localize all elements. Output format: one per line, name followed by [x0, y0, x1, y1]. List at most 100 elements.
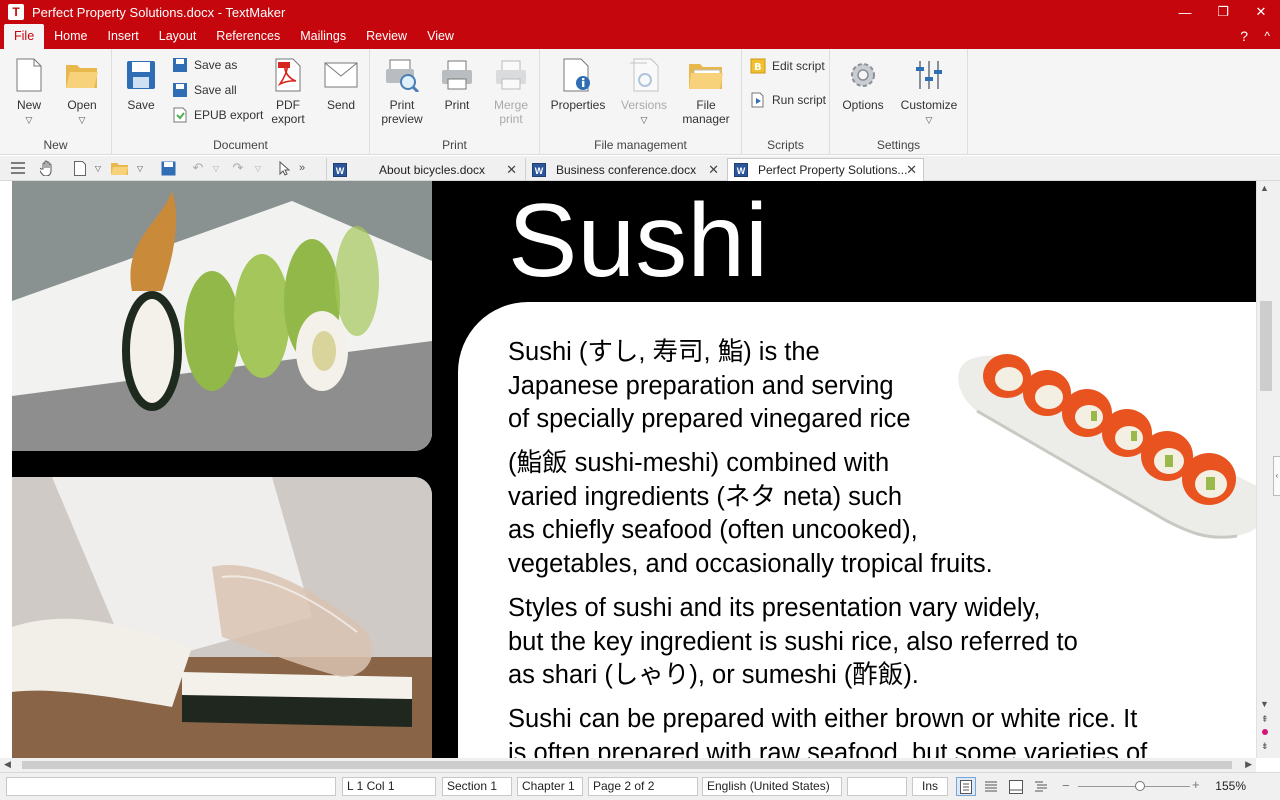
send-button[interactable]: Send [316, 55, 366, 112]
redo-icon[interactable]: ↷ [230, 160, 246, 176]
paragraph-2[interactable]: (鮨飯 sushi-meshi) combined with varied in… [508, 447, 993, 581]
paragraph-1[interactable]: Sushi (すし, 寿司, 鮨) is the Japanese prepar… [508, 336, 911, 437]
customize-sliders-icon [916, 61, 942, 89]
status-message [6, 777, 336, 796]
merge-print-button[interactable]: Merge print [486, 55, 536, 126]
close-tab-icon[interactable]: ✕ [906, 162, 917, 178]
hand-tool-icon[interactable] [38, 160, 56, 176]
hamburger-menu-icon[interactable] [10, 160, 26, 176]
open-small-icon[interactable] [110, 160, 128, 176]
print-button[interactable]: Print [432, 55, 482, 112]
split-handle[interactable]: ‹ [1273, 456, 1280, 496]
scroll-right-icon[interactable]: ▶ [1245, 759, 1252, 770]
run-script-button[interactable]: Run script [750, 90, 826, 110]
full-page-icon [1009, 779, 1023, 794]
zoom-out-icon[interactable]: − [1062, 778, 1070, 793]
pdf-export-button[interactable]: PDF export [263, 55, 313, 126]
zoom-in-icon[interactable]: + [1192, 777, 1200, 792]
restore-button[interactable]: ❐ [1204, 0, 1242, 24]
scroll-up-icon[interactable]: ▲ [1260, 183, 1269, 193]
document-heading[interactable]: Sushi [508, 181, 768, 301]
tab-business-conference[interactable]: W Business conference.docx ✕ [525, 158, 725, 181]
tab-perfect-property-solutions[interactable]: W Perfect Property Solutions... ✕ [727, 158, 924, 181]
chevron-down-icon[interactable]: ▽ [252, 160, 264, 176]
status-page[interactable]: Page 2 of 2 [588, 777, 698, 796]
document-page[interactable]: Sushi Sushi (すし, 寿司, 鮨) is the Japanese … [12, 181, 1256, 758]
save-as-button[interactable]: Save as [172, 55, 237, 75]
save-all-button[interactable]: Save all [172, 80, 237, 100]
print-preview-button[interactable]: Print preview [377, 55, 427, 126]
horizontal-scrollbar[interactable]: ◀ ▶ [0, 758, 1256, 772]
new-doc-small-icon[interactable] [72, 160, 88, 176]
properties-button[interactable]: Properties [546, 55, 610, 112]
scroll-down-icon[interactable]: ▼ [1260, 699, 1269, 709]
horizontal-scroll-thumb[interactable] [22, 761, 1232, 769]
group-settings: Options Customize ▽ Settings [830, 49, 968, 155]
vertical-scroll-thumb[interactable] [1260, 301, 1272, 391]
save-small-icon[interactable] [160, 160, 176, 176]
customize-button[interactable]: Customize ▽ [898, 55, 960, 127]
browse-object-icon[interactable] [1262, 729, 1268, 735]
view-page-button[interactable] [1006, 777, 1026, 796]
file-manager-button[interactable]: File manager [680, 55, 732, 126]
more-tools-icon[interactable]: » [296, 160, 308, 176]
minimize-button[interactable]: — [1166, 0, 1204, 24]
zoom-slider-knob[interactable] [1134, 781, 1145, 791]
status-bar: L 1 Col 1 Section 1 Chapter 1 Page 2 of … [0, 772, 1280, 800]
quick-toolbar: ▽ ▽ ↶ ▽ ↷ ▽ » W About bicycles.docx ✕ W … [0, 156, 1280, 181]
word-document-icon: W [734, 163, 748, 177]
status-chapter[interactable]: Chapter 1 [517, 777, 583, 796]
chevron-down-icon[interactable]: ▽ [210, 160, 222, 176]
scroll-left-icon[interactable]: ◀ [4, 759, 11, 770]
status-language[interactable]: English (United States) [702, 777, 842, 796]
ribbon: New ▽ Open ▽ New Save Save as Save all E… [0, 49, 1280, 155]
save-disk-icon [127, 61, 155, 89]
save-button[interactable]: Save [116, 55, 166, 112]
menu-view[interactable]: View [417, 24, 464, 49]
menu-home[interactable]: Home [44, 24, 97, 49]
group-file-management: Properties Versions ▽ File manager File … [540, 49, 742, 155]
epub-export-button[interactable]: EPUB export [172, 105, 263, 125]
close-window-button[interactable]: ✕ [1242, 0, 1280, 24]
menu-file[interactable]: File [4, 24, 45, 49]
chevron-down-icon[interactable]: ▽ [92, 160, 104, 176]
zoom-slider[interactable] [1078, 786, 1190, 787]
next-page-icon[interactable]: ⇟ [1261, 741, 1269, 752]
chevron-down-icon[interactable]: ▽ [134, 160, 146, 176]
close-tab-icon[interactable]: ✕ [506, 162, 517, 178]
view-continuous-button[interactable] [981, 777, 1001, 796]
paragraph-4[interactable]: Sushi can be prepared with either brown … [508, 703, 1147, 758]
close-tab-icon[interactable]: ✕ [708, 162, 719, 178]
paragraph-3[interactable]: Styles of sushi and its presentation var… [508, 592, 1078, 693]
versions-button[interactable]: Versions ▽ [618, 55, 670, 127]
tab-label: About bicycles.docx [379, 162, 486, 177]
previous-page-icon[interactable]: ⇞ [1261, 714, 1269, 725]
pointer-icon[interactable] [276, 160, 292, 176]
tab-about-bicycles[interactable]: W About bicycles.docx ✕ [326, 158, 523, 181]
options-button[interactable]: Options [837, 55, 889, 112]
collapse-ribbon-icon[interactable]: ^ [1264, 24, 1270, 49]
menu-insert[interactable]: Insert [98, 24, 149, 49]
envelope-icon [324, 62, 358, 88]
view-outline-button[interactable] [1031, 777, 1051, 796]
vertical-scrollbar[interactable]: ▲ ‹ ▼ ⇞ ⇟ [1256, 181, 1280, 758]
status-section[interactable]: Section 1 [442, 777, 512, 796]
epub-icon [173, 107, 187, 123]
zoom-value[interactable]: 155% [1215, 779, 1246, 793]
group-label-scripts: Scripts [767, 138, 804, 152]
status-position[interactable]: L 1 Col 1 [342, 777, 436, 796]
new-button[interactable]: New ▽ [4, 55, 54, 127]
help-icon[interactable]: ? [1240, 24, 1248, 49]
status-insert-mode[interactable]: Ins [912, 777, 948, 796]
document-area[interactable]: Sushi Sushi (すし, 寿司, 鮨) is the Japanese … [0, 181, 1256, 758]
run-script-icon [751, 92, 764, 108]
open-button[interactable]: Open ▽ [57, 55, 107, 127]
menu-review[interactable]: Review [356, 24, 417, 49]
menu-mailings[interactable]: Mailings [290, 24, 356, 49]
edit-script-button[interactable]: B Edit script [750, 56, 825, 76]
merge-print-icon [496, 60, 526, 90]
undo-icon[interactable]: ↶ [190, 160, 206, 176]
menu-layout[interactable]: Layout [149, 24, 207, 49]
view-normal-button[interactable] [956, 777, 976, 796]
menu-references[interactable]: References [206, 24, 290, 49]
